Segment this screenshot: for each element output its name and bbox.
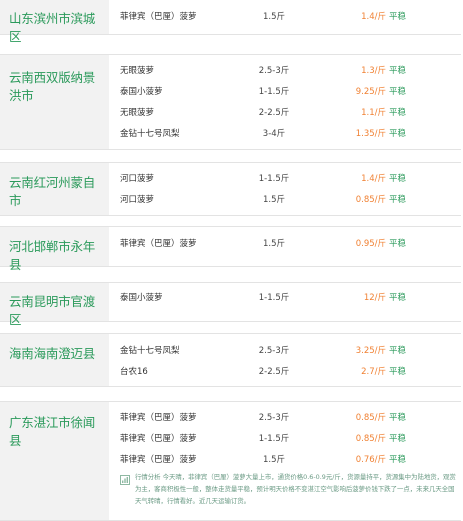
spec: 1.5斤 [262,195,286,205]
variety-name: 菲律宾（巴厘）菠萝 [120,434,197,444]
price: 3.25/斤 [355,346,386,356]
trend: 平稳 [389,293,407,303]
price: 0.85/斤 [355,434,386,444]
trend: 平稳 [389,195,407,205]
variety-name: 金钻十七号凤梨 [120,346,180,356]
price-row: 无眼菠萝 2.5-3斤 1.3/斤 平稳 [0,61,461,81]
spec: 3-4斤 [262,129,286,139]
trend: 平稳 [389,346,407,356]
spec: 2-2.5斤 [258,108,290,118]
variety-name: 台农16 [120,367,148,377]
spec: 1-1.5斤 [258,87,290,97]
variety-name: 泰国小菠萝 [120,87,163,97]
price-row: 菲律宾（巴厘）菠萝 1.5斤 0.76/斤 平稳 [0,450,461,470]
price-row: 泰国小菠萝 1-1.5斤 9.25/斤 平稳 [0,82,461,102]
price: 0.95/斤 [355,239,386,249]
region-group-yunnan-mengzi: 云南红河州蒙自市 河口菠萝 1-1.5斤 1.4/斤 平稳 河口菠萝 1.5斤 … [0,162,461,216]
trend: 平稳 [389,455,407,465]
price: 1.1/斤 [361,108,386,118]
variety-name: 菲律宾（巴厘）菠萝 [120,12,197,22]
variety-name: 无眼菠萝 [120,66,155,76]
trend: 平稳 [389,87,407,97]
spec: 2.5-3斤 [258,346,290,356]
spec: 1-1.5斤 [258,174,290,184]
variety-name: 无眼菠萝 [120,108,155,118]
trend: 平稳 [389,367,407,377]
trend: 平稳 [389,66,407,76]
trend: 平稳 [389,108,407,118]
variety-name: 菲律宾（巴厘）菠萝 [120,413,197,423]
pineapple-price-list: 山东滨州市滨城区 菲律宾（巴厘）菠萝 1.5斤 1.4/斤 平稳 云南西双版纳景… [0,0,463,521]
trend: 平稳 [389,239,407,249]
price-row: 泰国小菠萝 1-1.5斤 12/斤 平稳 [0,288,461,308]
price: 1.4/斤 [361,12,386,22]
price-row: 台农16 2-2.5斤 2.7/斤 平稳 [0,362,461,382]
variety-name: 金钻十七号凤梨 [120,129,180,139]
variety-name: 菲律宾（巴厘）菠萝 [120,455,197,465]
price: 9.25/斤 [355,87,386,97]
trend: 平稳 [389,174,407,184]
spec: 1.5斤 [262,455,286,465]
price: 0.76/斤 [355,455,386,465]
variety-name: 菲律宾（巴厘）菠萝 [120,239,197,249]
price: 1.4/斤 [361,174,386,184]
price-row: 菲律宾（巴厘）菠萝 1-1.5斤 0.85/斤 平稳 [0,429,461,449]
variety-name: 河口菠萝 [120,174,155,184]
spec: 1-1.5斤 [258,434,290,444]
trend: 平稳 [389,129,407,139]
spec: 2-2.5斤 [258,367,290,377]
price-row: 河口菠萝 1-1.5斤 1.4/斤 平稳 [0,169,461,189]
price: 2.7/斤 [361,367,386,377]
price-row: 金钻十七号凤梨 3-4斤 1.35/斤 平稳 [0,124,461,144]
price-row: 无眼菠萝 2-2.5斤 1.1/斤 平稳 [0,103,461,123]
region-group-shandong-binzhou: 山东滨州市滨城区 菲律宾（巴厘）菠萝 1.5斤 1.4/斤 平稳 [0,0,461,44]
spec: 1.5斤 [262,239,286,249]
analysis-icon [120,475,130,485]
region-group-hainan-chengmai: 海南海南澄迈县 金钻十七号凤梨 2.5-3斤 3.25/斤 平稳 台农16 2-… [0,333,461,387]
price-row: 菲律宾（巴厘）菠萝 1.5斤 1.4/斤 平稳 [0,7,461,27]
trend: 平稳 [389,12,407,22]
price: 12/斤 [363,293,386,303]
price-row: 金钻十七号凤梨 2.5-3斤 3.25/斤 平稳 [0,341,461,361]
price-row: 河口菠萝 1.5斤 0.85/斤 平稳 [0,190,461,210]
analysis-text: 行情分析 今天晴，菲律宾（巴厘）菠萝大量上市，通货价格0.6-0.9元/斤，货源… [135,473,456,505]
price-row: 菲律宾（巴厘）菠萝 2.5-3斤 0.85/斤 平稳 [0,408,461,428]
region-group-hebei-yongnian: 河北邯郸市永年县 菲律宾（巴厘）菠萝 1.5斤 0.95/斤 平稳 [0,226,461,272]
trend: 平稳 [389,434,407,444]
variety-name: 泰国小菠萝 [120,293,163,303]
trend: 平稳 [389,413,407,423]
spec: 1-1.5斤 [258,293,290,303]
spec: 2.5-3斤 [258,413,290,423]
price: 0.85/斤 [355,195,386,205]
price: 1.3/斤 [361,66,386,76]
region-group-yunnan-guandu: 云南昆明市官渡区 泰国小菠萝 1-1.5斤 12/斤 平稳 [0,282,461,327]
spec: 1.5斤 [262,12,286,22]
price: 0.85/斤 [355,413,386,423]
variety-name: 河口菠萝 [120,195,155,205]
spec: 2.5-3斤 [258,66,290,76]
region-group-yunnan-jinghong: 云南西双版纳景洪市 无眼菠萝 2.5-3斤 1.3/斤 平稳 泰国小菠萝 1-1… [0,54,461,150]
price-row: 菲律宾（巴厘）菠萝 1.5斤 0.95/斤 平稳 [0,234,461,254]
market-analysis: 行情分析 今天晴，菲律宾（巴厘）菠萝大量上市，通货价格0.6-0.9元/斤，货源… [120,471,456,517]
price: 1.35/斤 [355,129,386,139]
